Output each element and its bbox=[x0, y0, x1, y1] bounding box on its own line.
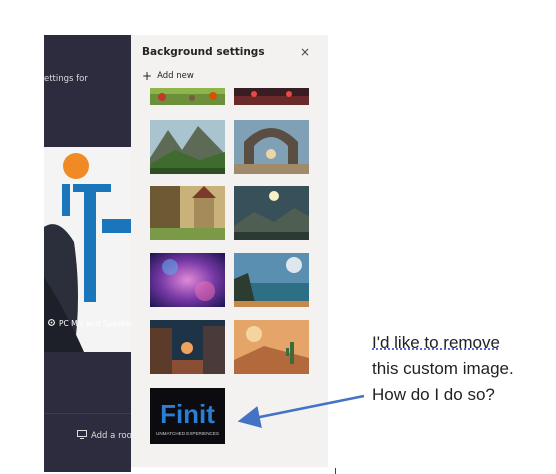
divider bbox=[335, 468, 336, 474]
annotation-line: I'd like to remove bbox=[372, 333, 500, 352]
annotation-note: I'd like to remove this custom image. Ho… bbox=[372, 330, 514, 408]
annotation-line: How do I do so? bbox=[372, 385, 495, 404]
annotation-line: this custom image. bbox=[372, 359, 514, 378]
